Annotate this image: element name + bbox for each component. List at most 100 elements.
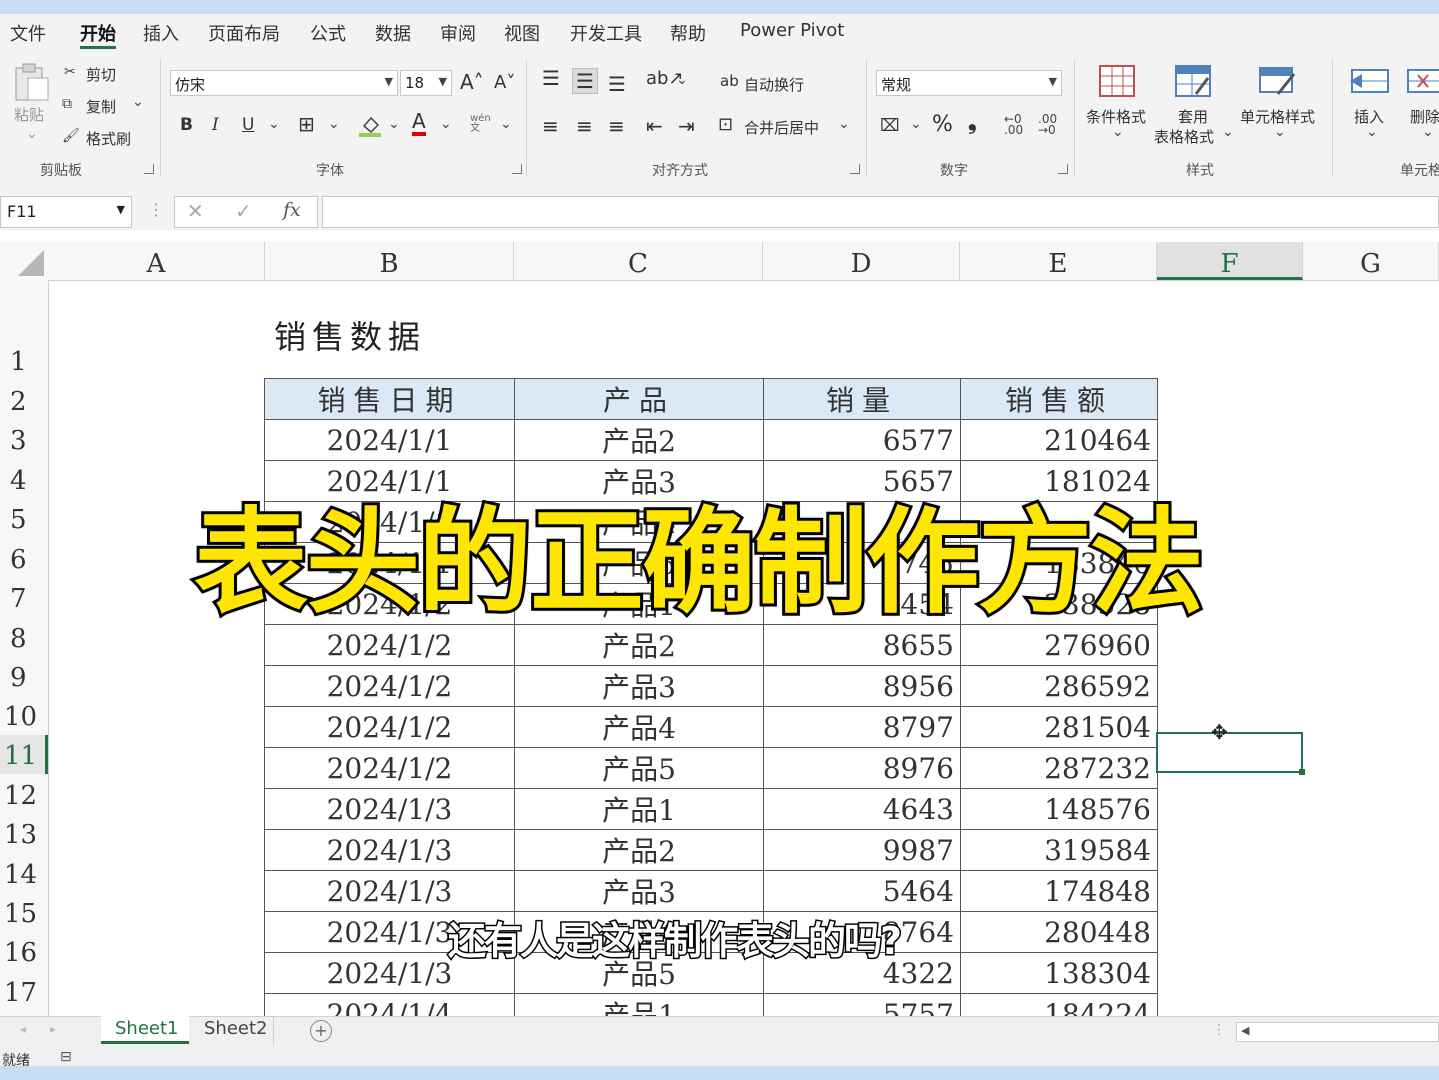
insert-function-icon[interactable]: fx <box>283 199 301 221</box>
conditional-dropdown-icon[interactable]: ⌄ <box>1112 124 1124 140</box>
insert-dropdown-icon[interactable]: ⌄ <box>1366 124 1378 140</box>
sheet-tab-sheet2[interactable]: Sheet2 <box>190 1016 274 1044</box>
column-header-e[interactable]: E <box>960 242 1157 280</box>
increase-font-size-icon[interactable]: A˄ <box>460 70 484 94</box>
cell-quantity[interactable]: 4643 <box>763 788 961 830</box>
paste-dropdown-icon[interactable]: ⌄ <box>26 126 38 142</box>
tab-power-pivot[interactable]: Power Pivot <box>740 20 844 41</box>
accounting-dropdown-icon[interactable]: ⌄ <box>910 116 922 132</box>
border-icon[interactable]: ⊞ <box>298 112 315 136</box>
column-header-d[interactable]: D <box>763 242 960 280</box>
cell-quantity[interactable]: 8956 <box>763 665 961 707</box>
tab-developer[interactable]: 开发工具 <box>570 20 642 46</box>
cell-date[interactable]: 2024/1/3 <box>264 829 515 871</box>
column-header-a[interactable]: A <box>48 242 265 280</box>
cell-product[interactable]: 产品2 <box>514 829 764 871</box>
font-color-button[interactable]: A <box>412 110 426 136</box>
row-header-11[interactable]: 11 <box>0 735 48 774</box>
cell-date[interactable]: 2024/1/3 <box>264 870 515 912</box>
row-header-16[interactable]: 16 <box>0 932 48 971</box>
wrap-text-button[interactable]: 自动换行 <box>744 74 804 95</box>
font-size-combo[interactable]: 18 ▼ <box>400 70 452 96</box>
row-header-10[interactable]: 10 <box>0 696 48 735</box>
format-as-table-button[interactable]: 表格格式 <box>1154 126 1214 147</box>
macro-record-icon[interactable]: ⊟ <box>60 1049 72 1065</box>
cell-quantity[interactable]: 6577 <box>763 419 961 461</box>
row-header-4[interactable]: 4 <box>0 460 48 499</box>
cancel-icon[interactable]: ✕ <box>187 199 204 223</box>
cell-date[interactable]: 2024/1/1 <box>264 419 515 461</box>
cell-revenue[interactable]: 138304 <box>960 952 1158 994</box>
conditional-formatting-icon[interactable] <box>1098 64 1138 100</box>
sheet-title-cell[interactable]: 销售数据 <box>274 312 426 358</box>
tab-data[interactable]: 数据 <box>375 20 411 46</box>
horizontal-scrollbar[interactable]: ◀ <box>1236 1022 1439 1042</box>
cell-date[interactable]: 2024/1/3 <box>264 788 515 830</box>
paste-icon[interactable] <box>12 62 50 102</box>
cell-revenue[interactable]: 287232 <box>960 747 1158 789</box>
decrease-decimal-icon[interactable]: .00 →0 <box>1038 113 1057 136</box>
align-middle-icon[interactable]: ☰ <box>572 68 598 94</box>
phonetic-dropdown-icon[interactable]: ⌄ <box>500 116 512 132</box>
scroll-left-icon[interactable]: ◀ <box>1241 1024 1249 1037</box>
delete-dropdown-icon[interactable]: ⌄ <box>1422 124 1434 140</box>
cell-styles-icon[interactable] <box>1258 64 1298 100</box>
formula-bar-splitter-icon[interactable]: ⋮ <box>148 200 164 219</box>
enter-icon[interactable]: ✓ <box>235 199 252 223</box>
cell-quantity[interactable]: 8976 <box>763 747 961 789</box>
align-top-icon[interactable]: ☰ <box>542 66 560 90</box>
format-as-table-icon[interactable] <box>1174 64 1214 100</box>
row-header-14[interactable]: 14 <box>0 854 48 893</box>
format-painter-button[interactable]: 格式刷 <box>86 128 131 149</box>
tab-page-layout[interactable]: 页面布局 <box>208 20 280 46</box>
bold-button[interactable]: B <box>180 115 193 135</box>
cell-date[interactable]: 2024/1/2 <box>264 706 515 748</box>
comma-style-button[interactable]: ❟ <box>968 110 977 135</box>
decrease-indent-icon[interactable]: ⇤ <box>646 114 663 138</box>
percent-style-button[interactable]: % <box>932 112 953 137</box>
increase-decimal-icon[interactable]: ←0.00 <box>1004 113 1023 136</box>
tab-file[interactable]: 文件 <box>10 20 46 46</box>
cell-quantity[interactable]: 5464 <box>763 870 961 912</box>
cell-product[interactable]: 产品3 <box>514 870 764 912</box>
cell-product[interactable]: 产品5 <box>514 747 764 789</box>
column-header-g[interactable]: G <box>1303 242 1439 280</box>
delete-cells-icon[interactable] <box>1404 64 1439 100</box>
font-color-dropdown-icon[interactable]: ⌄ <box>440 116 452 132</box>
fill-color-icon[interactable] <box>358 112 384 138</box>
row-header-17[interactable]: 17 <box>0 972 48 1011</box>
cell-product[interactable]: 产品3 <box>514 665 764 707</box>
tab-view[interactable]: 视图 <box>504 20 540 46</box>
row-header-8[interactable]: 8 <box>0 618 48 657</box>
cell-quantity[interactable]: 9987 <box>763 829 961 871</box>
copy-button[interactable]: 复制 <box>86 96 116 117</box>
increase-indent-icon[interactable]: ⇥ <box>678 114 695 138</box>
cell-quantity[interactable]: 8797 <box>763 706 961 748</box>
row-header-7[interactable]: 7 <box>0 578 48 617</box>
row-header-5[interactable]: 5 <box>0 499 48 538</box>
number-dialog-launcher-icon[interactable] <box>1058 164 1068 174</box>
border-dropdown-icon[interactable]: ⌄ <box>328 116 340 132</box>
row-header-2[interactable]: 2 <box>0 381 48 420</box>
scroll-tabs-right-icon[interactable]: ▸ <box>50 1022 56 1036</box>
align-right-icon[interactable]: ≡ <box>608 114 625 138</box>
underline-dropdown-icon[interactable]: ⌄ <box>268 116 280 132</box>
cell-date[interactable]: 2024/1/2 <box>264 747 515 789</box>
cell-revenue[interactable]: 281504 <box>960 706 1158 748</box>
tab-home[interactable]: 开始 <box>80 20 116 46</box>
phonetic-guide-button[interactable]: wén 文 <box>470 114 491 134</box>
number-format-combo[interactable]: 常规 ▼ <box>876 70 1062 96</box>
fill-color-dropdown-icon[interactable]: ⌄ <box>388 116 400 132</box>
copy-dropdown-icon[interactable]: ⌄ <box>132 94 144 110</box>
formula-input[interactable] <box>322 196 1439 228</box>
accounting-format-icon[interactable]: ⌧ <box>880 116 900 136</box>
row-header-12[interactable]: 12 <box>0 775 48 814</box>
cell-product[interactable]: 产品4 <box>514 706 764 748</box>
cell-revenue[interactable]: 286592 <box>960 665 1158 707</box>
cell-product[interactable]: 产品2 <box>514 419 764 461</box>
column-header-c[interactable]: C <box>514 242 763 280</box>
cell-revenue[interactable]: 319584 <box>960 829 1158 871</box>
cell-styles-dropdown-icon[interactable]: ⌄ <box>1274 124 1286 140</box>
row-header-1[interactable]: 1 <box>0 340 48 378</box>
alignment-dialog-launcher-icon[interactable] <box>850 164 860 174</box>
